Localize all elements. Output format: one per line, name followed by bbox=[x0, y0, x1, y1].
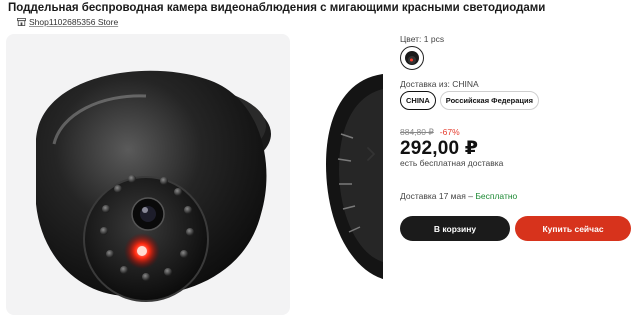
ship-from-label: Доставка из: CHINA bbox=[400, 79, 479, 89]
product-title: Поддельная беспроводная камера видеонабл… bbox=[8, 2, 546, 14]
ship-from-russia[interactable]: Российская Федерация bbox=[439, 91, 540, 110]
camera-image bbox=[36, 70, 271, 302]
free-shipping-note: есть бесплатная доставка bbox=[400, 158, 504, 168]
main-product-image[interactable] bbox=[6, 34, 290, 315]
buy-now-button[interactable]: Купить сейчас bbox=[515, 216, 631, 241]
delivery-date: Доставка 17 мая – bbox=[400, 191, 476, 201]
next-image-button[interactable] bbox=[361, 140, 381, 168]
ship-from-china[interactable]: CHINA bbox=[400, 91, 436, 110]
store-name: Shop1102685356 Store bbox=[29, 17, 119, 27]
ship-from-options: CHINA Российская Федерация bbox=[400, 91, 540, 110]
chevron-right-icon bbox=[367, 147, 375, 161]
store-icon bbox=[17, 18, 26, 26]
camera-side-image bbox=[326, 74, 383, 279]
color-label: Цвет: 1 pcs bbox=[400, 34, 445, 44]
store-link[interactable]: Shop1102685356 Store bbox=[17, 17, 118, 27]
swatch-thumbnail bbox=[405, 51, 419, 65]
product-info-panel: Цвет: 1 pcs Доставка из: CHINA CHINA Рос… bbox=[400, 34, 635, 241]
secondary-product-image[interactable] bbox=[291, 34, 383, 315]
delivery-info: Доставка 17 мая – Бесплатно bbox=[400, 191, 517, 201]
current-price: 292,00 ₽ bbox=[400, 138, 479, 159]
add-to-cart-button[interactable]: В корзину bbox=[400, 216, 510, 241]
color-swatch-1pcs[interactable] bbox=[400, 46, 424, 70]
delivery-free: Бесплатно bbox=[475, 191, 518, 201]
